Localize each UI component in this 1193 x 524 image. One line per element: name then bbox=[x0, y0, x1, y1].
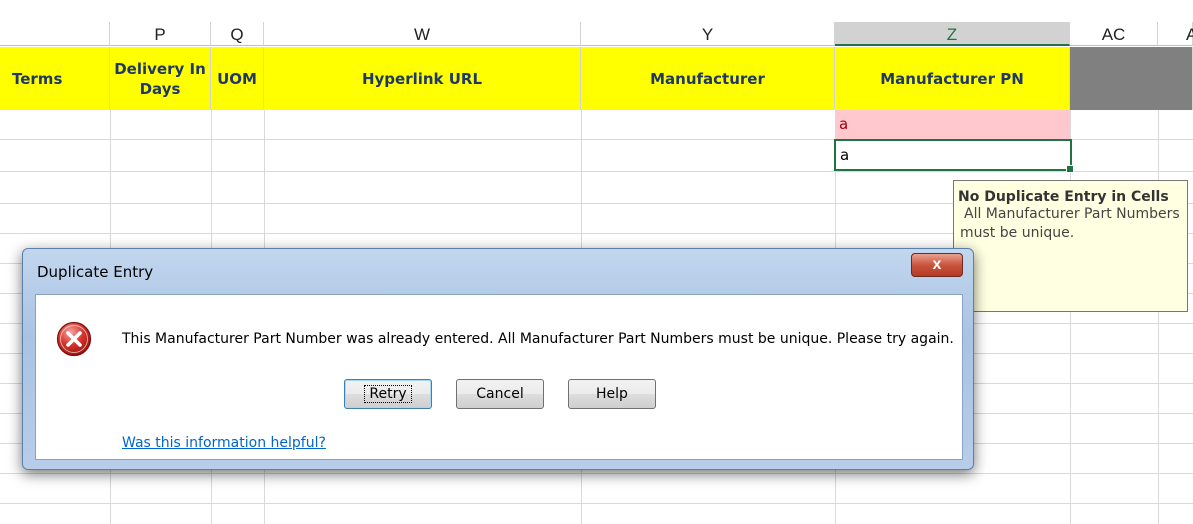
input-message-tooltip: No Duplicate Entry in Cells All Manufact… bbox=[953, 180, 1188, 312]
retry-button[interactable]: Retry bbox=[344, 379, 432, 409]
retry-button-label: Retry bbox=[364, 385, 412, 403]
header-ac-gray[interactable] bbox=[1070, 47, 1193, 110]
header-delivery-line1: Delivery In bbox=[114, 59, 206, 78]
helpful-feedback-link[interactable]: Was this information helpful? bbox=[122, 435, 326, 451]
column-header-q[interactable]: Q bbox=[211, 22, 264, 46]
header-hyperlink-url[interactable]: Hyperlink URL bbox=[264, 47, 581, 110]
gridline bbox=[0, 473, 1193, 474]
header-manufacturer[interactable]: Manufacturer bbox=[581, 47, 835, 110]
duplicate-entry-dialog: Duplicate Entry x This Manufacturer Part… bbox=[22, 248, 974, 470]
error-icon bbox=[56, 321, 92, 357]
tooltip-body-line2: must be unique. bbox=[960, 225, 1075, 241]
gridline bbox=[1158, 110, 1159, 524]
column-header-p[interactable]: P bbox=[110, 22, 211, 46]
tooltip-body-line1: All Manufacturer Part Numbers bbox=[964, 206, 1180, 222]
gridline bbox=[0, 503, 1193, 504]
cell-z-duplicate[interactable]: a bbox=[835, 110, 1070, 139]
close-icon: x bbox=[932, 256, 942, 273]
cell-z-active[interactable]: a bbox=[834, 139, 1074, 173]
tooltip-title: No Duplicate Entry in Cells bbox=[958, 189, 1169, 205]
column-header-w[interactable]: W bbox=[264, 22, 581, 46]
help-button[interactable]: Help bbox=[568, 379, 656, 409]
cancel-button-label: Cancel bbox=[476, 386, 524, 402]
column-header-blank[interactable] bbox=[0, 22, 110, 46]
header-uom[interactable]: UOM bbox=[211, 47, 264, 110]
column-header-y[interactable]: Y bbox=[581, 22, 835, 46]
gridline bbox=[0, 171, 1193, 172]
dialog-message: This Manufacturer Part Number was alread… bbox=[122, 331, 954, 347]
header-delivery-days[interactable]: Delivery In Days bbox=[110, 47, 211, 110]
header-manufacturer-pn[interactable]: Manufacturer PN bbox=[835, 47, 1070, 110]
close-button[interactable]: x bbox=[911, 253, 963, 277]
column-header-a-partial[interactable]: A bbox=[1158, 22, 1193, 46]
column-header-ac[interactable]: AC bbox=[1070, 22, 1158, 46]
dialog-body: This Manufacturer Part Number was alread… bbox=[35, 294, 963, 460]
header-terms[interactable]: Terms bbox=[0, 47, 110, 110]
column-header-z[interactable]: Z bbox=[835, 22, 1070, 46]
cancel-button[interactable]: Cancel bbox=[456, 379, 544, 409]
help-button-label: Help bbox=[596, 386, 628, 402]
dialog-title: Duplicate Entry bbox=[37, 263, 154, 281]
header-delivery-line2: Days bbox=[139, 79, 181, 98]
